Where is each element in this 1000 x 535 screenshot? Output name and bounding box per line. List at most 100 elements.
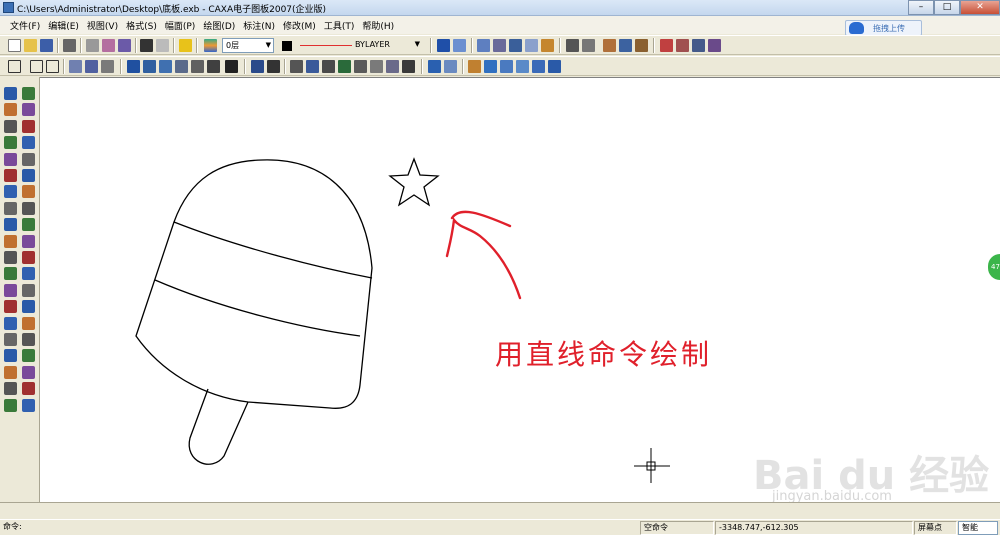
annotation-icon-3[interactable] — [322, 60, 335, 73]
image-tool-icon[interactable] — [4, 349, 17, 363]
annotation-icon-5[interactable] — [354, 60, 367, 73]
drawing-canvas[interactable]: 用直线命令绘制 Bai du 经验 jingyan.baidu.com 47 — [40, 77, 1000, 504]
library-icon-2[interactable] — [676, 39, 689, 52]
layer-select[interactable]: 0层 ▼ — [222, 38, 274, 53]
menu-item[interactable]: 文件(F) — [10, 19, 40, 32]
curve-icon-5[interactable] — [191, 60, 204, 73]
arc-tool-icon[interactable] — [4, 136, 17, 150]
cut-icon[interactable] — [86, 39, 99, 52]
equidistant-icon[interactable] — [4, 267, 17, 281]
measure-icon[interactable] — [22, 365, 35, 379]
zoom-icon-3[interactable] — [484, 60, 497, 73]
curve-icon-6[interactable] — [207, 60, 220, 73]
spell-icon[interactable] — [22, 349, 35, 363]
new-file-icon[interactable] — [8, 39, 21, 52]
linetype-select[interactable]: BYLAYER ▼ — [352, 38, 422, 53]
snap-icon-3[interactable] — [509, 39, 522, 52]
spline-tool-icon[interactable] — [4, 152, 17, 166]
rotate-icon[interactable] — [22, 152, 35, 166]
snap-icon-2[interactable] — [493, 39, 506, 52]
menu-item[interactable]: 格式(S) — [126, 19, 157, 32]
menu-item[interactable]: 帮助(H) — [362, 19, 394, 32]
group-icon[interactable] — [22, 316, 35, 330]
point-tool-icon[interactable] — [4, 169, 17, 182]
open-file-icon[interactable] — [24, 39, 37, 52]
table-tool-icon[interactable] — [4, 365, 17, 379]
menu-item[interactable]: 绘图(D) — [203, 19, 235, 32]
paint-icon[interactable] — [22, 398, 35, 412]
image-icon-1[interactable] — [603, 39, 616, 52]
copy-object-icon[interactable] — [22, 119, 35, 133]
paste-icon[interactable] — [118, 39, 131, 52]
symbol-tool-icon[interactable] — [4, 398, 17, 412]
match-prop-icon[interactable] — [22, 382, 35, 396]
zoom-icon-4[interactable] — [500, 60, 513, 73]
menu-item[interactable]: 编辑(E) — [48, 19, 79, 32]
title-block-icon[interactable] — [30, 60, 43, 73]
text-icon-3[interactable] — [101, 60, 114, 73]
save-icon[interactable] — [40, 39, 53, 52]
dimension-icon-1[interactable] — [251, 60, 264, 73]
chamfer-icon[interactable] — [4, 283, 17, 297]
zoom-icon-2[interactable] — [444, 60, 457, 73]
frame-icon[interactable] — [8, 60, 21, 73]
zoom-out-icon[interactable] — [548, 60, 561, 73]
annotation-icon-2[interactable] — [306, 60, 319, 73]
edit-icon[interactable] — [22, 87, 35, 100]
zoom-in-icon[interactable] — [532, 60, 545, 73]
annotation-icon-7[interactable] — [386, 60, 399, 73]
command-prompt[interactable]: 命令: — [0, 521, 640, 535]
circle-tool-icon[interactable] — [4, 119, 17, 133]
annotation-icon-8[interactable] — [402, 60, 415, 73]
scale-icon[interactable] — [22, 185, 35, 199]
border-icon[interactable] — [46, 60, 59, 73]
trim-icon[interactable] — [22, 201, 35, 215]
line-tool-icon[interactable] — [4, 87, 17, 100]
hatch-tool-icon[interactable] — [4, 234, 17, 248]
menu-item[interactable]: 工具(T) — [324, 19, 355, 32]
upload-button[interactable]: 拖拽上传 — [845, 20, 922, 36]
break-icon[interactable] — [22, 251, 35, 264]
mirror-icon[interactable] — [22, 136, 35, 150]
maximize-button[interactable]: □ — [934, 0, 960, 15]
polygon-tool-icon[interactable] — [4, 218, 17, 232]
snap-mode-select[interactable]: 智能 — [958, 521, 998, 535]
image-icon-2[interactable] — [619, 39, 632, 52]
curve-icon-4[interactable] — [175, 60, 188, 73]
menu-item[interactable]: 修改(M) — [283, 19, 316, 32]
stretch-icon[interactable] — [22, 267, 35, 281]
snap-icon-1[interactable] — [477, 39, 490, 52]
library-icon-1[interactable] — [660, 39, 673, 52]
align-icon[interactable] — [22, 300, 35, 314]
redo-icon[interactable] — [156, 39, 169, 52]
minimize-button[interactable]: – — [908, 0, 934, 15]
snap-icon-5[interactable] — [541, 39, 554, 52]
attribute-icon[interactable] — [22, 333, 35, 346]
text-icon-2[interactable] — [85, 60, 98, 73]
match-icon[interactable] — [453, 39, 466, 52]
menu-item[interactable]: 视图(V) — [87, 19, 118, 32]
centerline-icon[interactable] — [4, 251, 17, 264]
curve-icon-7[interactable] — [225, 60, 238, 73]
annotation-icon-4[interactable] — [338, 60, 351, 73]
curve-icon-3[interactable] — [159, 60, 172, 73]
ellipse-tool-icon[interactable] — [4, 185, 17, 199]
block-insert-icon[interactable] — [4, 316, 17, 330]
curve-icon-1[interactable] — [127, 60, 140, 73]
extend-icon[interactable] — [22, 234, 35, 248]
help-icon[interactable] — [179, 39, 192, 52]
print-icon[interactable] — [63, 39, 76, 52]
annotation-icon-6[interactable] — [370, 60, 383, 73]
curve-icon-2[interactable] — [143, 60, 156, 73]
copy-icon[interactable] — [102, 39, 115, 52]
color-swatch[interactable] — [282, 41, 292, 51]
horizontal-scrollbar[interactable] — [0, 502, 1000, 518]
dimension-icon-2[interactable] — [267, 60, 280, 73]
pan-icon[interactable] — [468, 60, 481, 73]
zoom-icon-1[interactable] — [428, 60, 441, 73]
undo-icon[interactable] — [140, 39, 153, 52]
menu-item[interactable]: 标注(N) — [243, 19, 275, 32]
property-icon[interactable] — [437, 39, 450, 52]
explode-icon[interactable] — [22, 283, 35, 297]
fill-tool-icon[interactable] — [4, 300, 17, 314]
